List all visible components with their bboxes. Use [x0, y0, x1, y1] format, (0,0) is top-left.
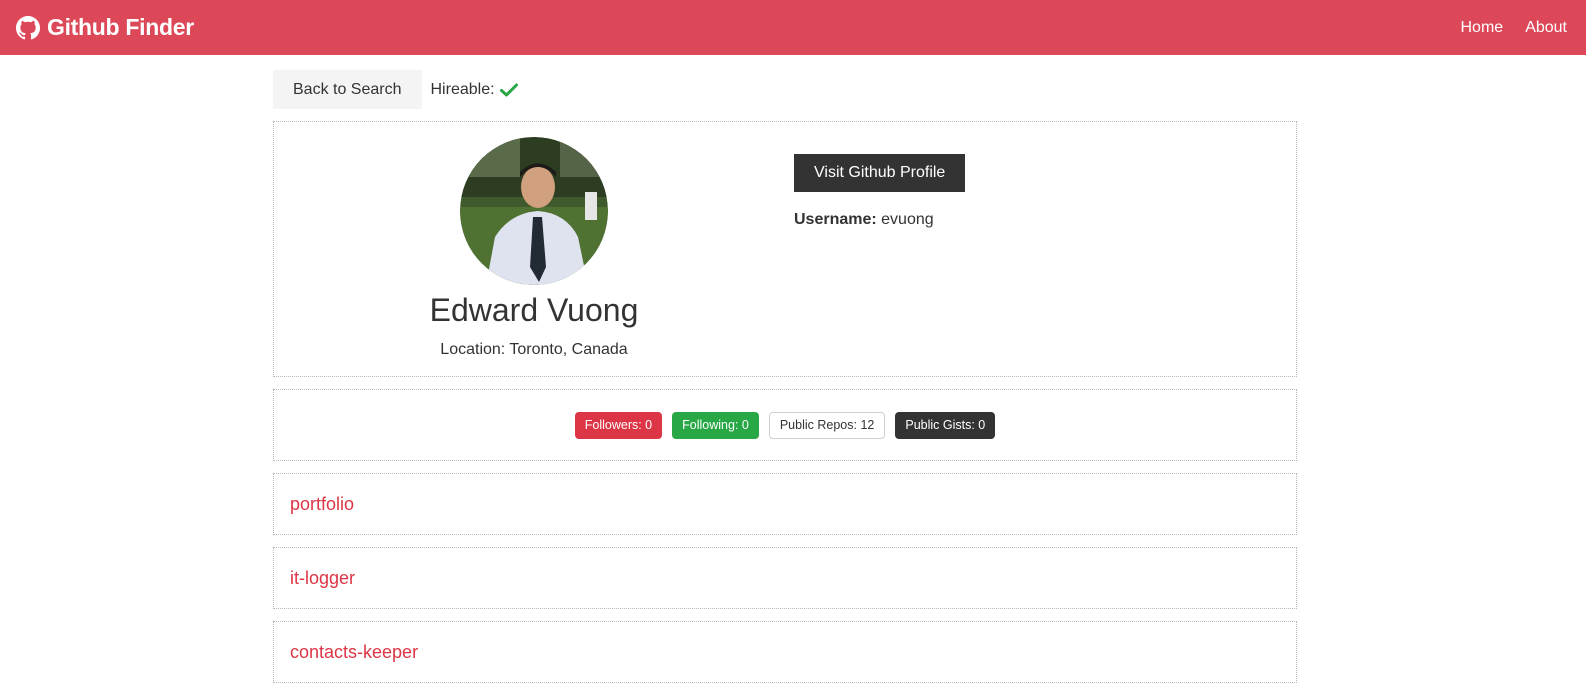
top-row: Back to Search Hireable: [273, 70, 1297, 109]
nav-links: Home About [1461, 19, 1571, 37]
repo-link-contacts-keeper[interactable]: contacts-keeper [290, 642, 418, 663]
brand-title: Github Finder [47, 14, 194, 40]
repo-link-it-logger[interactable]: it-logger [290, 568, 355, 589]
public-repos-badge: Public Repos: 12 [768, 411, 886, 439]
repo-link-portfolio[interactable]: portfolio [290, 494, 354, 515]
stats-card: Followers: 0 Following: 0 Public Repos: … [273, 389, 1297, 461]
username-line: Username: evuong [794, 211, 1296, 229]
back-to-search-button[interactable]: Back to Search [273, 70, 422, 109]
profile-location: Location: Toronto, Canada [440, 341, 628, 358]
nav-link-home[interactable]: Home [1461, 19, 1504, 37]
visit-github-profile-button[interactable]: Visit Github Profile [794, 154, 966, 192]
profile-left: Edward Vuong Location: Toronto, Canada [274, 137, 794, 361]
profile-right: Visit Github Profile Username: evuong [794, 137, 1296, 361]
avatar [460, 137, 608, 285]
hireable-label: Hireable: [430, 80, 495, 98]
public-gists-badge: Public Gists: 0 [895, 411, 996, 439]
check-icon [499, 83, 518, 96]
following-badge: Following: 0 [672, 411, 759, 439]
followers-badge: Followers: 0 [574, 411, 663, 439]
repo-item: it-logger [273, 547, 1297, 609]
brand[interactable]: Github Finder [16, 14, 194, 41]
nav-link-about[interactable]: About [1525, 19, 1567, 37]
username-value: evuong [881, 211, 934, 228]
hireable-status: Hireable: [431, 81, 518, 99]
repo-item: portfolio [273, 473, 1297, 535]
navbar: Github Finder Home About [0, 0, 1586, 55]
profile-name: Edward Vuong [429, 292, 639, 328]
repo-item: contacts-keeper [273, 621, 1297, 683]
github-icon [16, 15, 40, 39]
profile-card: Edward Vuong Location: Toronto, Canada V… [273, 121, 1297, 377]
username-label: Username: [794, 211, 877, 228]
main-container: Back to Search Hireable: Edward Vuong Lo… [273, 70, 1297, 683]
